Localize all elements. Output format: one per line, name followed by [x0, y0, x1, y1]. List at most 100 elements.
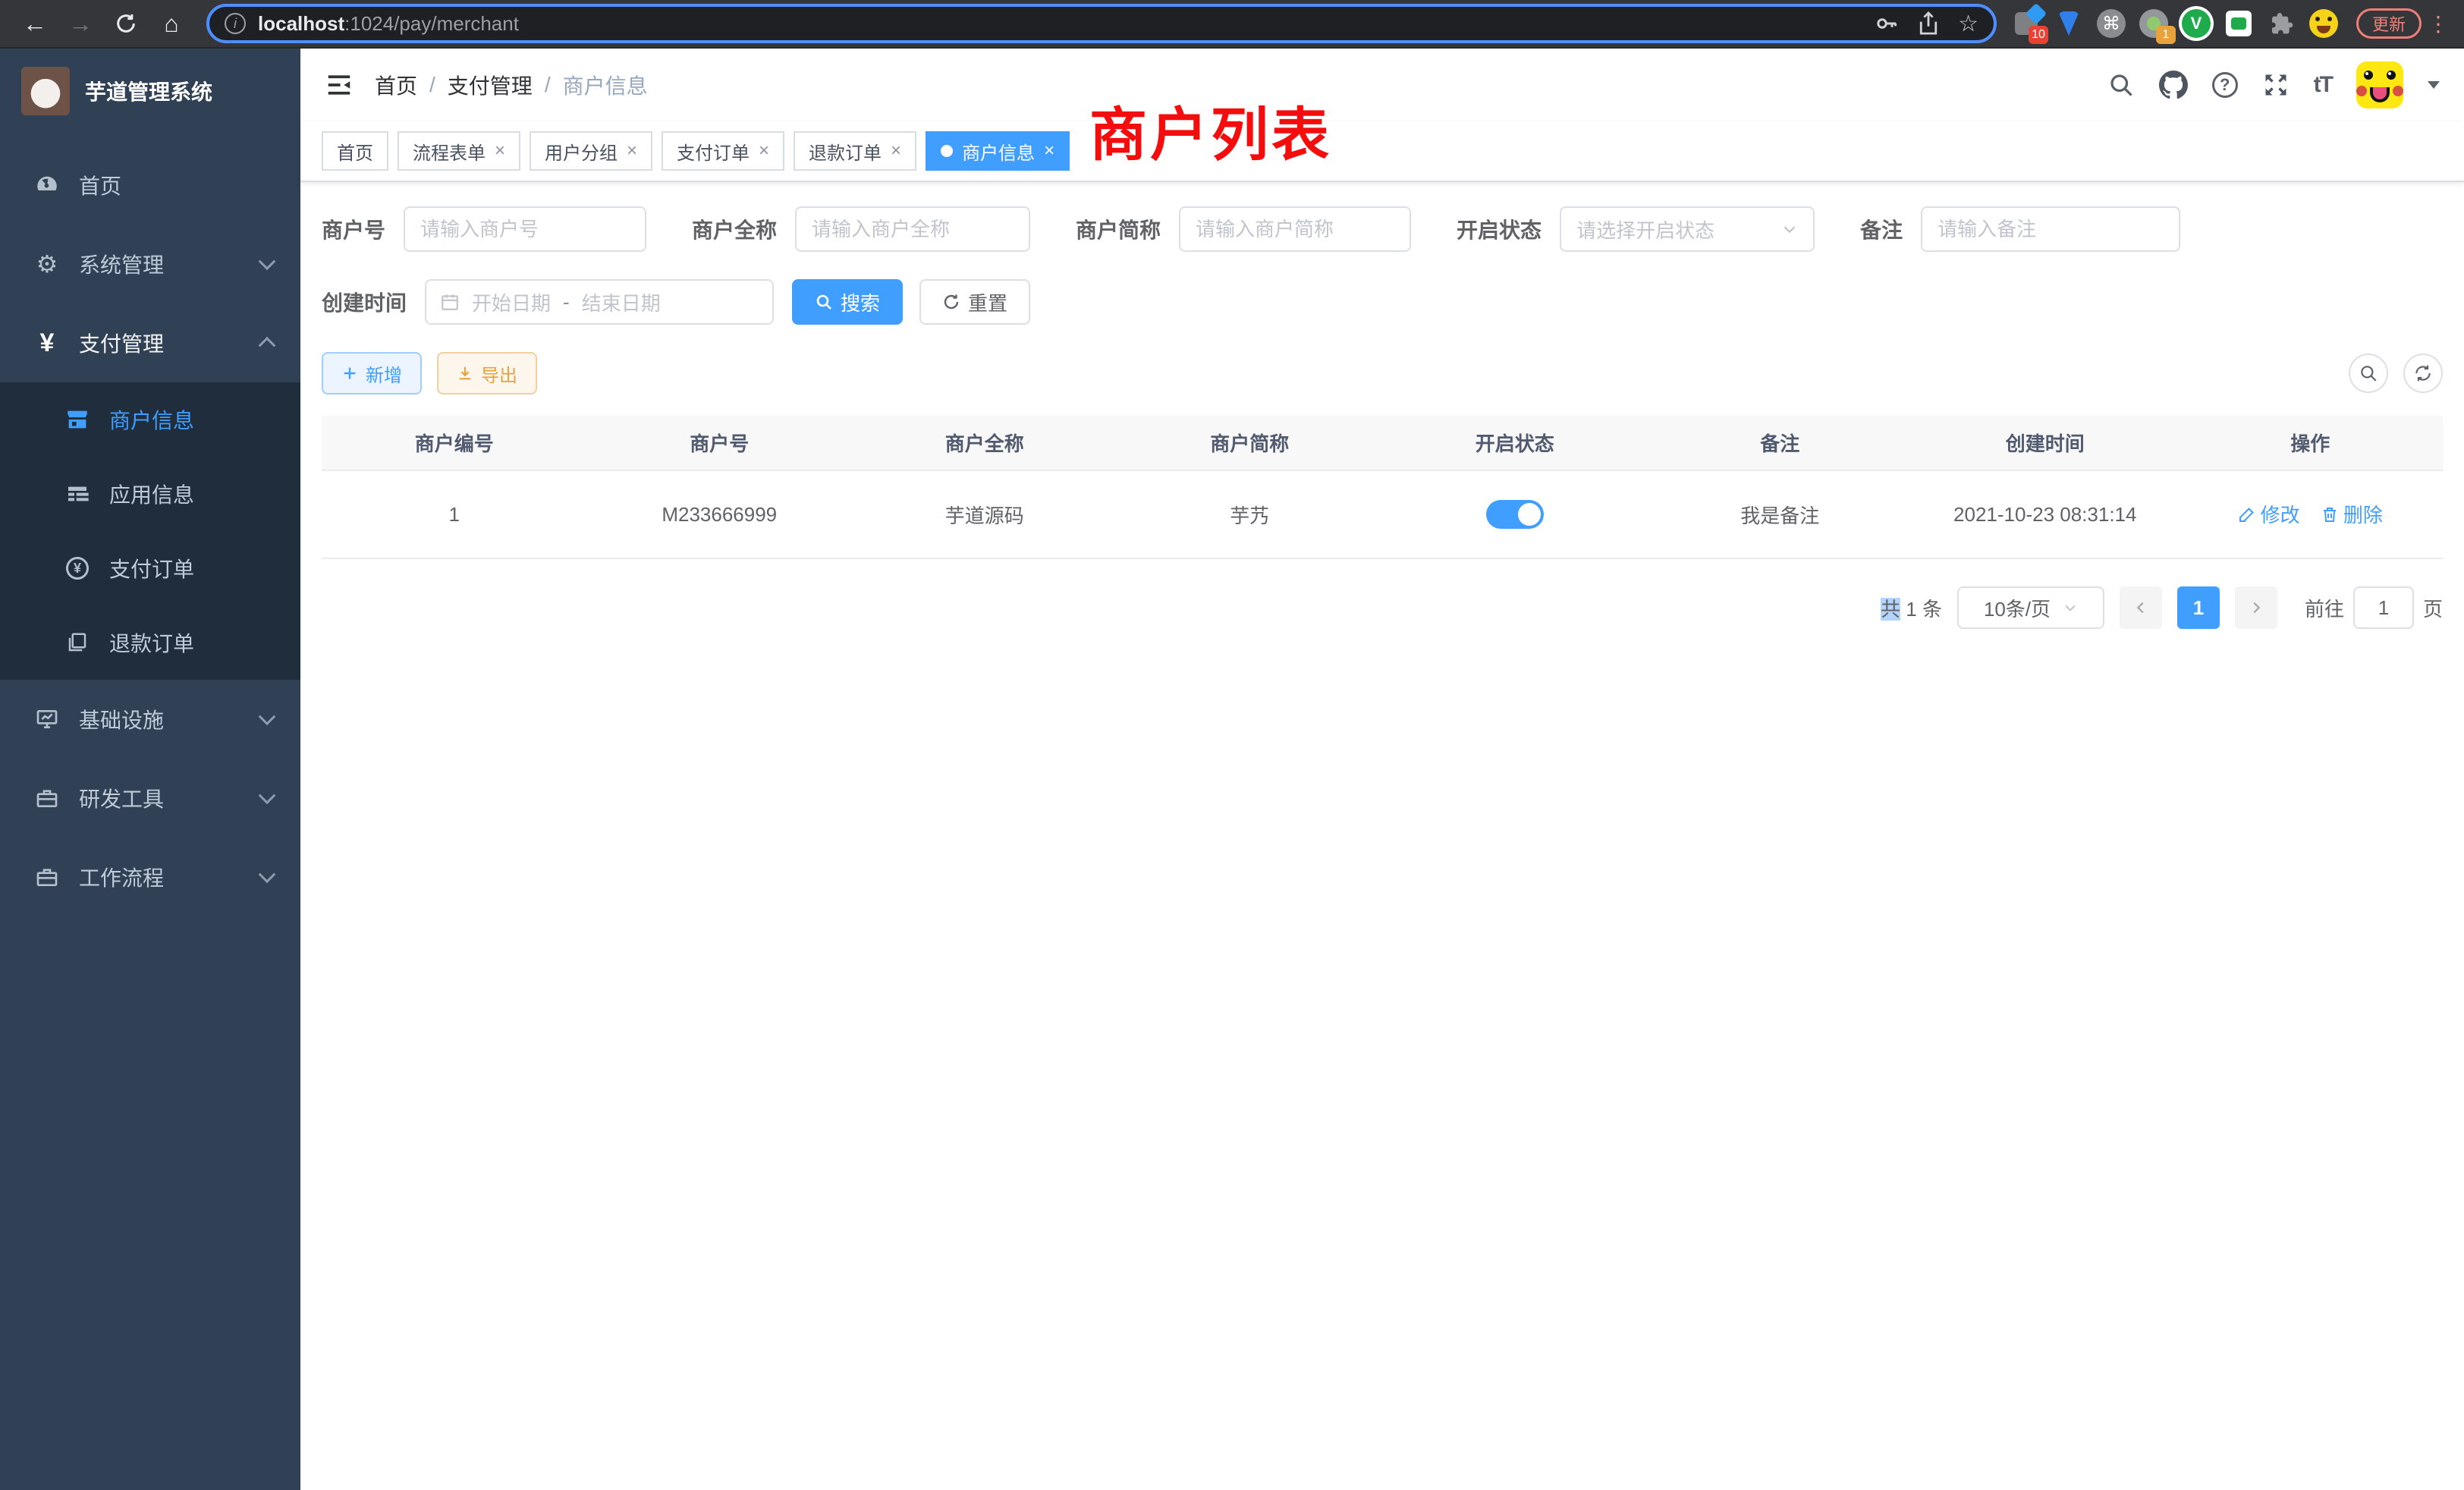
add-button[interactable]: 新增: [322, 352, 422, 395]
delete-link-label: 删除: [2343, 500, 2383, 528]
tag-refund-order[interactable]: 退款订单 ×: [794, 131, 916, 171]
prev-page-button[interactable]: [2120, 586, 2162, 629]
sidebar-fold-icon[interactable]: [325, 71, 354, 99]
chevron-down-icon: [259, 787, 276, 804]
full-name-input[interactable]: [795, 206, 1030, 252]
export-button-label: 导出: [481, 360, 517, 387]
edit-pen-icon: [2238, 505, 2256, 523]
tag-pay-order[interactable]: 支付订单 ×: [662, 131, 784, 171]
page-number-1[interactable]: 1: [2177, 586, 2220, 629]
sidebar-item-app-info[interactable]: 应用信息: [0, 457, 300, 531]
sidebar-item-dev-tools[interactable]: 研发工具: [0, 759, 300, 838]
breadcrumb-payment[interactable]: 支付管理: [448, 70, 533, 100]
breadcrumb-separator: /: [429, 73, 435, 97]
url-text: localhost:1024/pay/merchant: [258, 12, 1875, 36]
close-icon[interactable]: ×: [627, 140, 637, 162]
reload-icon[interactable]: [106, 4, 146, 43]
documents-icon: [64, 631, 91, 654]
merchant-no-input[interactable]: [404, 206, 646, 252]
address-bar[interactable]: i localhost:1024/pay/merchant ☆: [206, 4, 1997, 43]
user-avatar[interactable]: [2356, 61, 2403, 108]
cell-actions: 修改 删除: [2178, 470, 2444, 558]
forward-icon[interactable]: →: [61, 4, 100, 43]
sidebar-item-workflow[interactable]: 工作流程: [0, 838, 300, 916]
search-icon[interactable]: [2107, 71, 2135, 99]
total-suffix: 条: [1922, 598, 1942, 621]
page-info-icon[interactable]: i: [225, 13, 246, 34]
browser-menu-icon[interactable]: ⋮: [2428, 11, 2449, 36]
search-icon: [2359, 363, 2378, 383]
extension-badge: 1: [2156, 26, 2176, 44]
page-size-value: 10条/页: [1984, 594, 2051, 622]
app-logo[interactable]: 芋道管理系统: [0, 49, 300, 134]
sidebar-item-pay-order[interactable]: ¥ 支付订单: [0, 531, 300, 605]
status-select[interactable]: 请选择开启状态: [1560, 206, 1815, 252]
tab-manager-extension-icon[interactable]: 10: [2012, 9, 2041, 38]
tag-user-group[interactable]: 用户分组 ×: [530, 131, 652, 171]
app-title: 芋道管理系统: [85, 76, 212, 106]
sidebar-item-label: 首页: [79, 170, 121, 200]
github-icon[interactable]: [2159, 71, 2188, 99]
chevron-left-icon: [2132, 599, 2149, 616]
sidebar-item-merchant-info[interactable]: 商户信息: [0, 382, 300, 457]
logo-image: [21, 67, 70, 115]
table-grid-icon: [64, 482, 91, 506]
tag-home[interactable]: 首页: [322, 131, 388, 171]
edit-link[interactable]: 修改: [2238, 500, 2300, 528]
sidebar-item-home[interactable]: 首页: [0, 146, 300, 225]
extensions-puzzle-icon[interactable]: [2267, 9, 2296, 38]
session-extension-icon[interactable]: 1: [2139, 9, 2168, 38]
short-name-input[interactable]: [1179, 206, 1411, 252]
remark-input[interactable]: [1921, 206, 2180, 252]
cell-short-name: 芋艿: [1117, 470, 1383, 558]
bookmark-star-icon[interactable]: ☆: [1958, 11, 1978, 37]
fullscreen-icon[interactable]: [2262, 71, 2290, 99]
col-header-no: 商户号: [587, 416, 853, 470]
chevron-down-icon: [259, 253, 276, 270]
refresh-table-button[interactable]: [2403, 354, 2443, 393]
page-size-select[interactable]: 10条/页: [1957, 586, 2104, 629]
status-toggle[interactable]: [1486, 500, 1544, 529]
command-extension-icon[interactable]: ⌘: [2097, 9, 2126, 38]
create-time-range-picker[interactable]: 开始日期 - 结束日期: [425, 279, 774, 325]
v2ex-extension-icon[interactable]: V: [2182, 9, 2211, 38]
back-icon[interactable]: ←: [15, 4, 55, 43]
chrome-update-button[interactable]: 更新: [2356, 8, 2422, 39]
home-icon[interactable]: ⌂: [152, 4, 191, 43]
close-icon[interactable]: ×: [891, 140, 901, 162]
chat-extension-icon[interactable]: [2224, 9, 2253, 38]
breadcrumb-home[interactable]: 首页: [375, 70, 417, 100]
sidebar-item-system[interactable]: ⚙ 系统管理: [0, 225, 300, 303]
extensions-cluster: 10 ⌘ 1 V: [2012, 9, 2338, 38]
gem-extension-icon[interactable]: [2054, 9, 2083, 38]
password-key-icon[interactable]: [1875, 11, 1899, 36]
close-icon[interactable]: ×: [759, 140, 769, 162]
chevron-down-icon: [259, 708, 276, 725]
browser-window: ← → ⌂ i localhost:1024/pay/merchant ☆ 10: [0, 0, 2464, 1490]
search-button[interactable]: 搜索: [792, 279, 903, 325]
next-page-button[interactable]: [2235, 586, 2277, 629]
close-icon[interactable]: ×: [1044, 140, 1054, 162]
tag-merchant-info[interactable]: 商户信息 ×: [926, 131, 1070, 171]
edit-link-label: 修改: [2261, 500, 2300, 528]
reset-button[interactable]: 重置: [919, 279, 1030, 325]
extension-badge: 10: [2029, 26, 2048, 44]
goto-page-input[interactable]: [2353, 586, 2414, 629]
chevron-right-icon: [2248, 599, 2264, 616]
col-header-create-time: 创建时间: [1912, 416, 2178, 470]
profile-avatar-emoji-icon[interactable]: [2309, 9, 2338, 38]
delete-link[interactable]: 删除: [2321, 500, 2383, 528]
user-menu-caret-icon[interactable]: [2428, 81, 2440, 89]
add-button-label: 新增: [366, 360, 402, 387]
font-size-icon[interactable]: tT: [2314, 72, 2332, 98]
close-icon[interactable]: ×: [495, 140, 505, 162]
sidebar-item-infrastructure[interactable]: 基础设施: [0, 680, 300, 759]
toggle-search-button[interactable]: [2349, 354, 2388, 393]
help-icon[interactable]: ?: [2212, 72, 2238, 98]
export-button[interactable]: 导出: [437, 352, 537, 395]
sidebar-item-refund-order[interactable]: 退款订单: [0, 605, 300, 680]
tag-process-form[interactable]: 流程表单 ×: [398, 131, 520, 171]
chevron-down-icon: [1781, 221, 1798, 237]
share-icon[interactable]: [1917, 11, 1940, 36]
sidebar-item-payment[interactable]: ¥ 支付管理: [0, 303, 300, 382]
